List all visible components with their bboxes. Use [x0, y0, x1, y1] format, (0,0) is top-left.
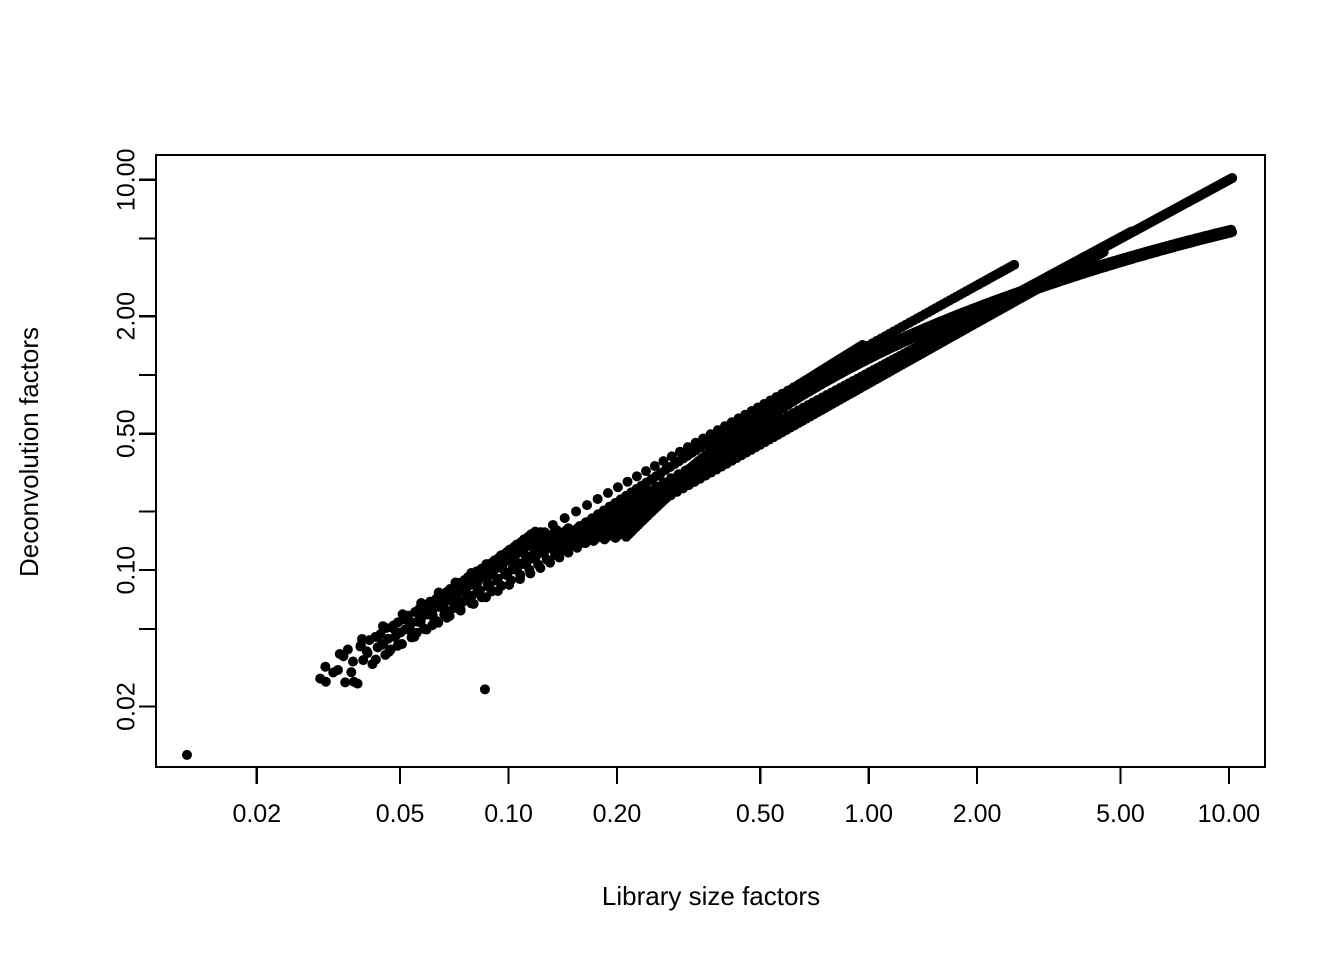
data-point: [509, 542, 520, 553]
data-point: [592, 493, 603, 504]
data-point: [602, 488, 613, 499]
data-point: [455, 604, 466, 615]
data-point: [396, 639, 407, 650]
data-point: [1227, 173, 1238, 184]
data-point: [601, 507, 612, 518]
data-point: [346, 667, 357, 678]
y-tick-label: 10.00: [113, 149, 141, 212]
data-point: [496, 580, 507, 591]
y-tick-label: 0.10: [113, 546, 141, 595]
data-point: [481, 559, 492, 570]
data-point: [609, 503, 620, 514]
data-point: [421, 624, 432, 635]
data-point: [618, 498, 629, 509]
data-point: [403, 614, 414, 625]
data-point: [495, 550, 506, 561]
data-point: [563, 528, 574, 539]
data-point: [377, 621, 388, 632]
data-point: [466, 598, 477, 609]
data-point: [432, 598, 443, 609]
data-point: [486, 586, 497, 597]
data-point: [476, 592, 487, 603]
data-point: [1227, 227, 1238, 238]
data-point: [573, 522, 584, 533]
data-point: [622, 476, 633, 487]
data-point: [320, 676, 331, 687]
y-tick-label: 0.50: [113, 409, 141, 458]
y-tick-label: 2.00: [113, 292, 141, 341]
data-point: [348, 656, 359, 667]
data-point: [450, 577, 461, 588]
data-point: [535, 527, 546, 538]
y-tick-label: 0.02: [113, 682, 141, 731]
data-point: [542, 539, 553, 550]
x-axis-title: Library size factors: [602, 881, 820, 911]
data-point: [553, 533, 563, 544]
data-point: [591, 512, 602, 523]
x-axis-tick-labels: 0.02 0.05 0.10 0.20 0.50 1.00 2.00 5.00 10.00: [232, 800, 1260, 828]
data-point: [509, 557, 520, 568]
data-point: [522, 534, 533, 545]
x-tick-label: 0.50: [736, 800, 785, 828]
data-point: [497, 563, 508, 574]
data-point: [459, 583, 470, 594]
data-point: [433, 617, 444, 628]
data-point: [515, 569, 526, 580]
data-point: [338, 651, 349, 662]
x-tick-label: 2.00: [953, 800, 1002, 828]
data-point: [472, 576, 483, 587]
data-point: [506, 575, 517, 586]
data-point: [559, 513, 570, 524]
data-point: [372, 632, 383, 643]
x-tick-label: 0.10: [484, 800, 533, 828]
data-point: [466, 568, 477, 579]
figure-container: 0.02 0.05 0.10 0.20 0.50 1.00 2.00 5.00 10.00 0.…: [0, 0, 1344, 960]
data-point: [388, 623, 399, 634]
scatter-plot: 0.02 0.05 0.10 0.20 0.50 1.00 2.00 5.00 10.00 0.…: [0, 0, 1344, 960]
data-point: [418, 606, 429, 617]
data-point: [582, 500, 593, 511]
data-point: [582, 517, 593, 528]
data-point: [1009, 259, 1020, 270]
x-tick-label: 10.00: [1198, 800, 1261, 828]
x-tick-label: 5.00: [1096, 800, 1145, 828]
data-point: [520, 550, 531, 561]
data-point: [485, 570, 496, 581]
data-point: [640, 466, 651, 477]
data-point: [524, 564, 535, 575]
data-point: [541, 554, 552, 565]
data-point: [332, 664, 343, 675]
data-point: [181, 749, 192, 760]
data-point: [355, 641, 366, 652]
x-tick-label: 1.00: [844, 800, 893, 828]
data-point: [370, 654, 381, 665]
data-point: [547, 519, 558, 530]
data-point: [479, 684, 490, 695]
data-point: [571, 506, 582, 517]
data-point: [384, 646, 395, 657]
data-point: [1016, 289, 1027, 300]
data-point: [533, 559, 544, 570]
data-point: [531, 545, 542, 555]
data-point: [658, 456, 669, 467]
data-point: [612, 482, 623, 493]
data-point: [649, 461, 660, 472]
x-tick-label: 0.20: [593, 800, 642, 828]
x-tick-label: 0.05: [376, 800, 425, 828]
data-point: [1126, 226, 1137, 237]
data-point: [631, 471, 642, 482]
data-point: [433, 587, 444, 598]
data-point: [352, 678, 363, 689]
data-point: [340, 677, 351, 688]
data-point: [320, 661, 331, 672]
data-point: [416, 598, 427, 609]
x-tick-label: 0.02: [232, 800, 281, 828]
data-point: [446, 591, 457, 602]
data-point: [444, 611, 455, 621]
y-axis-title: Deconvolution factors: [14, 327, 44, 577]
data-point: [409, 631, 420, 642]
